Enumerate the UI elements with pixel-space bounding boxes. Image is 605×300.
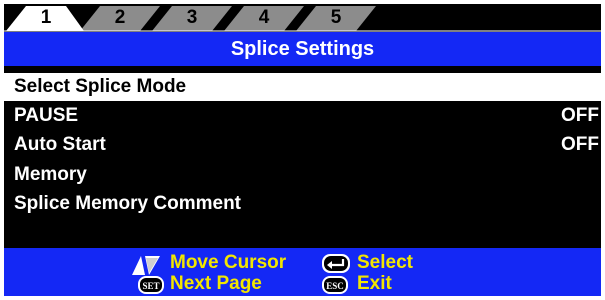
menu-item-pause[interactable]: PAUSE OFF (4, 102, 601, 130)
screen: 1 2 3 4 5 Splice Settings Select Splice … (4, 4, 601, 296)
tab-4[interactable]: 4 (254, 7, 274, 29)
tab-shapes (4, 6, 601, 32)
next-page-hint: Next Page (170, 273, 262, 294)
select-hint: Select (357, 252, 413, 273)
tab-5[interactable]: 5 (326, 7, 346, 29)
tab-3[interactable]: 3 (182, 7, 202, 29)
menu-item-auto-start[interactable]: Auto Start OFF (4, 131, 601, 159)
menu-item-label: Splice Memory Comment (14, 193, 241, 214)
footer-hint-bar: Move Cursor Select SET Next Page ESC Exi… (4, 248, 601, 296)
esc-key-icon: ESC (322, 276, 348, 294)
page-title: Splice Settings (4, 32, 601, 66)
set-key-icon: SET (138, 276, 164, 294)
menu-item-value: OFF (561, 105, 599, 126)
exit-hint: Exit (357, 273, 392, 294)
menu-item-splice-memory-comment[interactable]: Splice Memory Comment (4, 190, 601, 218)
menu-item-value: OFF (561, 134, 599, 155)
menu-item-label: Select Splice Mode (14, 76, 187, 97)
up-down-arrows-icon (132, 256, 160, 275)
menu-item-label: Auto Start (14, 134, 106, 155)
svg-text:ESC: ESC (326, 281, 344, 291)
svg-text:SET: SET (142, 281, 159, 291)
tab-2[interactable]: 2 (110, 7, 130, 29)
tab-1[interactable]: 1 (36, 7, 56, 29)
move-cursor-hint: Move Cursor (170, 252, 287, 273)
enter-key-icon (322, 254, 350, 273)
menu-item-memory[interactable]: Memory (4, 161, 601, 189)
tab-bar: 1 2 3 4 5 (4, 4, 601, 32)
menu-item-select-splice-mode[interactable]: Select Splice Mode (4, 73, 601, 101)
menu-item-label: Memory (14, 164, 87, 185)
menu-item-label: PAUSE (14, 105, 79, 126)
